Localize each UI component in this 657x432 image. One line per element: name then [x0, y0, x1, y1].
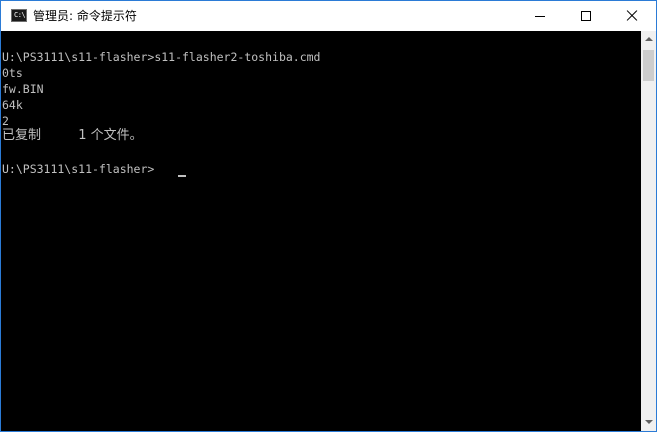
console-line: 0ts — [2, 66, 23, 80]
scroll-up-arrow-icon[interactable] — [645, 37, 653, 41]
cmd-app-icon[interactable]: C:\ — [11, 9, 27, 22]
title-bar[interactable]: C:\ 管理员: 命令提示符 — [1, 1, 656, 31]
console-line: 64k — [2, 98, 23, 112]
console-line: fw.BIN — [2, 82, 44, 96]
console-line: 2 — [2, 114, 9, 128]
console-prompt-line: U:\PS3111\s11-flasher> — [2, 162, 155, 176]
maximize-button[interactable] — [563, 1, 609, 31]
maximize-icon — [581, 11, 591, 21]
minimize-icon — [535, 16, 545, 17]
scrollbar-thumb[interactable] — [643, 50, 654, 81]
console-line: U:\PS3111\s11-flasher>s11-flasher2-toshi… — [2, 50, 321, 64]
app-icon-glyph: C:\ — [14, 11, 26, 19]
cmd-window: C:\ 管理员: 命令提示符 U:\PS3111\s11-flasher>s11… — [0, 0, 657, 432]
console-output[interactable]: U:\PS3111\s11-flasher>s11-flasher2-toshi… — [1, 31, 641, 431]
close-icon — [627, 11, 637, 21]
console-line: 已复制 1 个文件。 — [2, 128, 143, 143]
scroll-down-arrow-icon[interactable] — [645, 420, 653, 424]
text-cursor — [178, 175, 186, 177]
vertical-scrollbar[interactable] — [641, 31, 656, 431]
window-title: 管理员: 命令提示符 — [33, 9, 137, 23]
close-button[interactable] — [609, 1, 655, 31]
minimize-button[interactable] — [517, 1, 563, 31]
